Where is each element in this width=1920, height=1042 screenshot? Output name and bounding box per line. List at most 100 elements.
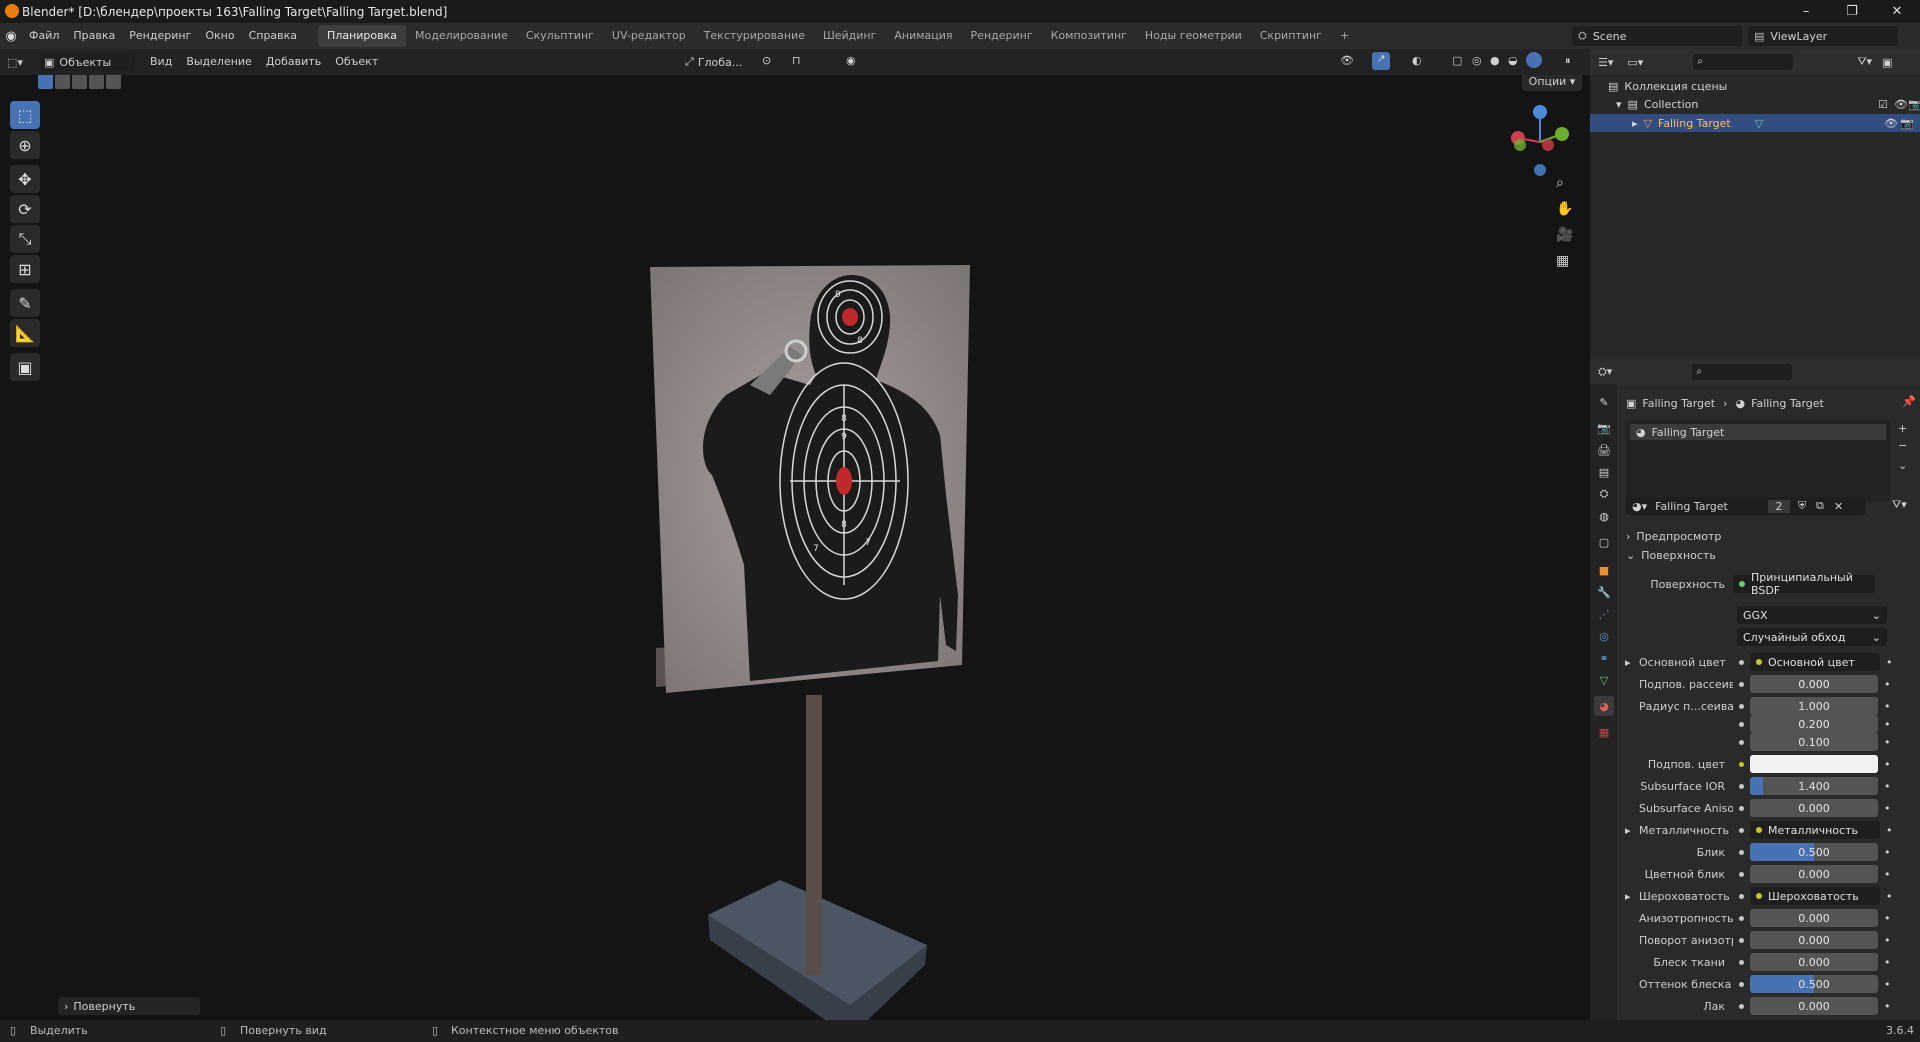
value-field[interactable]: 1.400 xyxy=(1750,777,1878,795)
value-field[interactable]: 0.000 xyxy=(1750,953,1878,971)
data-tab-icon[interactable]: ▽ xyxy=(1596,672,1612,688)
navigation-gizmo[interactable] xyxy=(1500,100,1580,180)
camera-view-icon[interactable]: 🎥 xyxy=(1556,227,1573,243)
menu-help[interactable]: Справка xyxy=(242,23,304,49)
tab-rendering[interactable]: Рендеринг xyxy=(962,25,1042,47)
keyframe-icon[interactable]: • xyxy=(1884,718,1891,731)
close-button[interactable]: ✕ xyxy=(1874,0,1920,23)
value-field[interactable]: 0.100 xyxy=(1750,733,1878,751)
socket-icon[interactable] xyxy=(1739,681,1744,687)
select-new-icon[interactable] xyxy=(38,75,53,89)
socket-icon[interactable] xyxy=(1739,783,1744,789)
ortho-toggle-icon[interactable]: ▦ xyxy=(1556,253,1569,269)
select-subtract-icon[interactable] xyxy=(72,75,87,89)
tab-scripting[interactable]: Скриптинг xyxy=(1251,25,1331,47)
proportional-edit-icon[interactable]: ◉ xyxy=(846,54,856,67)
keyframe-icon[interactable]: • xyxy=(1884,780,1891,793)
maximize-button[interactable]: ❐ xyxy=(1829,0,1875,23)
keyframe-icon[interactable]: • xyxy=(1884,802,1891,815)
tab-layout[interactable]: Планировка xyxy=(318,25,407,47)
add-slot-button[interactable]: + xyxy=(1898,422,1907,435)
keyframe-icon[interactable]: • xyxy=(1884,868,1891,881)
scene-tab-icon[interactable]: ⛭ xyxy=(1596,486,1612,502)
socket-icon[interactable] xyxy=(1739,1003,1744,1009)
keyframe-icon[interactable]: • xyxy=(1886,656,1893,669)
surface-shader-field[interactable]: Принципиальный BSDF xyxy=(1733,571,1875,597)
keyframe-icon[interactable]: • xyxy=(1884,934,1891,947)
texture-tab-icon[interactable]: ▦ xyxy=(1596,724,1612,740)
gizmo-y-axis[interactable] xyxy=(1555,127,1569,141)
duplicate-material-icon[interactable]: ⧉ xyxy=(1816,499,1824,513)
mode-selector[interactable]: ▣ Объекты xyxy=(40,53,135,71)
checkbox-icon[interactable]: ☑ xyxy=(1878,98,1888,111)
menu-object[interactable]: Объект xyxy=(328,49,385,75)
new-collection-icon[interactable]: ▣ xyxy=(1882,56,1892,69)
keyframe-icon[interactable]: • xyxy=(1884,846,1891,859)
tool-tab-icon[interactable]: ✎ xyxy=(1596,394,1612,410)
view-layer-selector[interactable]: ▤ ViewLayer xyxy=(1748,26,1898,46)
value-field[interactable]: 0.500 xyxy=(1750,975,1878,993)
add-cube-tool[interactable]: ▣ xyxy=(10,353,40,381)
expand-icon[interactable]: ▸ xyxy=(1625,824,1639,837)
socket-icon[interactable] xyxy=(1739,849,1744,855)
transform-tool[interactable]: ⊞ xyxy=(10,255,40,283)
rendered-shading-icon[interactable] xyxy=(1526,52,1542,68)
cursor-tool[interactable]: ⊕ xyxy=(10,131,40,159)
socket-icon[interactable] xyxy=(1739,703,1744,709)
value-field[interactable]: 0.200 xyxy=(1750,715,1878,733)
outliner-row-scene-collection[interactable]: ▤ Коллекция сцены xyxy=(1608,77,1908,95)
physics-tab-icon[interactable]: ◎ xyxy=(1596,628,1612,644)
value-field[interactable]: 1.000 xyxy=(1750,697,1878,715)
modifier-tab-icon[interactable]: 🔧 xyxy=(1596,584,1612,600)
value-field[interactable]: 0.000 xyxy=(1750,931,1878,949)
color-swatch[interactable] xyxy=(1750,755,1878,773)
linked-input[interactable]: Шероховатость xyxy=(1750,887,1880,905)
pan-icon[interactable]: ✋ xyxy=(1556,201,1573,217)
keyframe-icon[interactable]: • xyxy=(1884,956,1891,969)
linked-input[interactable]: Металличность xyxy=(1750,821,1880,839)
display-mode-icon[interactable]: ▭▾ xyxy=(1627,56,1643,69)
socket-icon[interactable] xyxy=(1739,659,1744,665)
rotate-tool[interactable]: ⟳ xyxy=(10,195,40,223)
particles-tab-icon[interactable]: ⋰ xyxy=(1596,606,1612,622)
tab-geometry-nodes[interactable]: Ноды геометрии xyxy=(1136,25,1251,47)
scale-tool[interactable]: ⤡ xyxy=(10,225,40,253)
keyframe-icon[interactable]: • xyxy=(1884,700,1891,713)
select-extend-icon[interactable] xyxy=(55,75,70,89)
outliner-search[interactable]: ⌕ xyxy=(1693,54,1794,70)
select-box-tool[interactable]: ⬚ xyxy=(10,101,40,129)
tab-sculpting[interactable]: Скульптинг xyxy=(517,25,603,47)
tab-shading[interactable]: Шейдинг xyxy=(814,25,885,47)
3d-viewport[interactable]: Опции ▾ ⬚ ⊕ ✥ ⟳ ⤡ ⊞ ✎ 📐 ▣ ⌕ ✋ 🎥 ▦ 9 8 7 … xyxy=(0,75,1590,1020)
add-workspace-button[interactable]: + xyxy=(1331,25,1358,47)
select-invert-icon[interactable] xyxy=(89,75,104,89)
gizmo-neg-y-axis[interactable] xyxy=(1514,139,1526,151)
socket-icon[interactable] xyxy=(1739,871,1744,877)
distribution-dropdown[interactable]: GGX ⌄ xyxy=(1737,606,1887,624)
keyframe-icon[interactable]: • xyxy=(1884,912,1891,925)
constraints-tab-icon[interactable]: ⚭ xyxy=(1596,650,1612,666)
fake-user-icon[interactable]: ⛨ xyxy=(1798,499,1806,513)
properties-editor-icon[interactable]: ⛭▾ xyxy=(1598,365,1612,379)
tab-modeling[interactable]: Моделирование xyxy=(406,25,517,47)
object-tab-icon[interactable]: ■ xyxy=(1596,562,1612,578)
keyframe-icon[interactable]: • xyxy=(1886,824,1893,837)
wireframe-shading-icon[interactable]: ◎ xyxy=(1472,54,1482,67)
keyframe-icon[interactable]: • xyxy=(1884,678,1891,691)
xray-icon[interactable]: ▢ xyxy=(1452,54,1462,67)
socket-icon[interactable] xyxy=(1739,893,1744,899)
eye-icon[interactable]: 👁 xyxy=(1894,98,1908,111)
remove-slot-button[interactable]: − xyxy=(1898,439,1907,452)
socket-icon[interactable] xyxy=(1739,739,1744,745)
value-field[interactable]: 0.000 xyxy=(1750,865,1878,883)
overlay-toggle-icon[interactable]: ◐ xyxy=(1412,54,1422,67)
menu-view[interactable]: Вид xyxy=(143,49,179,75)
value-field[interactable]: 0.000 xyxy=(1750,997,1878,1015)
material-datablock[interactable]: ◕▾ Falling Target 2 ⛨ ⧉ ✕ xyxy=(1626,497,1866,515)
scene-selector[interactable]: ⛭ Scene xyxy=(1572,26,1742,46)
expand-icon[interactable]: ▸ xyxy=(1625,890,1639,903)
tab-uv-editing[interactable]: UV-редактор xyxy=(603,25,695,47)
editor-type-icon[interactable]: ⬚▾ xyxy=(0,56,30,69)
expand-icon[interactable]: ▸ xyxy=(1625,656,1639,669)
outliner-row-collection[interactable]: ▾ ▤ Collection ☑ 👁 📷 xyxy=(1616,95,1920,113)
